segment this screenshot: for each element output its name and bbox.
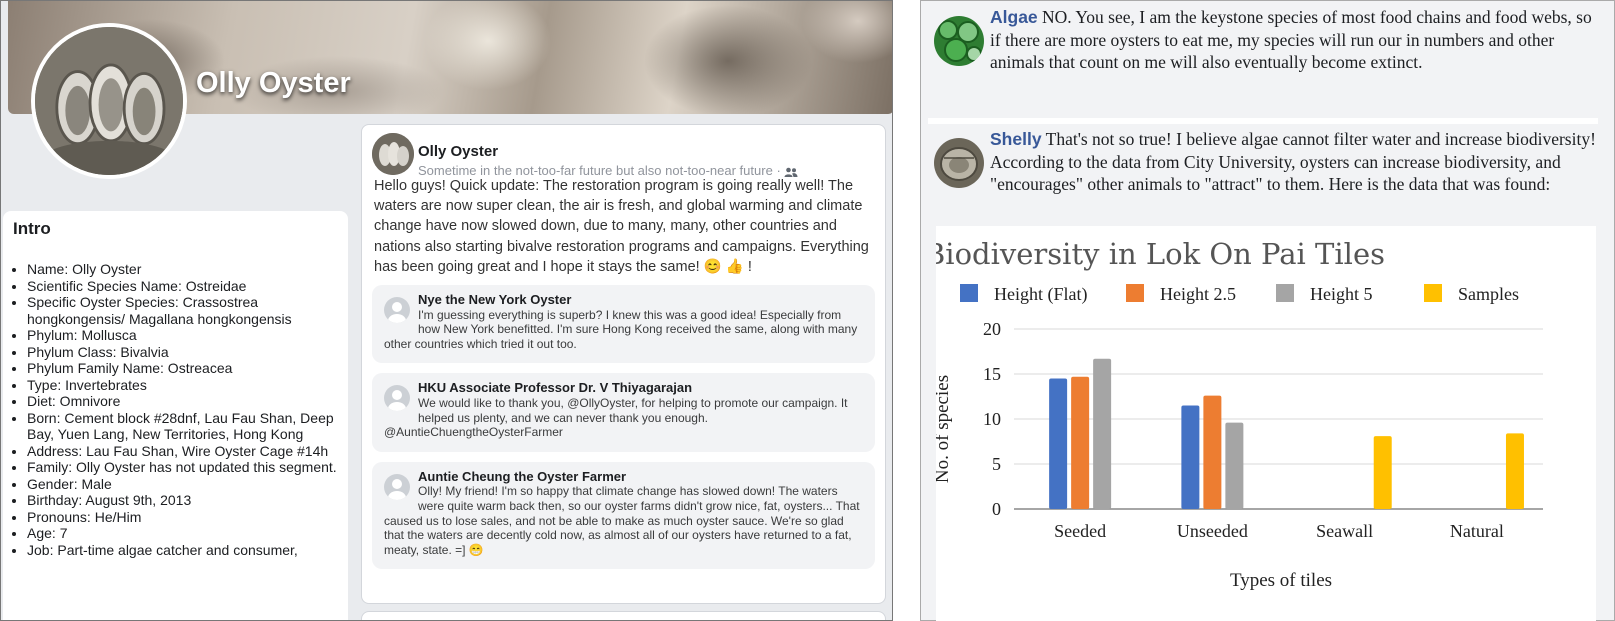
intro-item: Specific Oyster Species: Crassostrea hon… xyxy=(27,294,338,327)
intro-item: Birthday: August 9th, 2013 xyxy=(27,492,338,509)
x-tick-label: Natural xyxy=(1450,521,1504,541)
intro-card: Intro Name: Olly Oyster Scientific Speci… xyxy=(3,211,348,620)
intro-item: Job: Part-time algae catcher and consume… xyxy=(27,542,338,559)
legend-label: Samples xyxy=(1458,284,1519,304)
y-tick-label: 20 xyxy=(983,319,1001,339)
y-tick-label: 5 xyxy=(992,454,1001,474)
legend-swatch xyxy=(960,284,978,302)
comment-text: We would like to thank you, @OllyOyster,… xyxy=(384,395,848,440)
next-post-card xyxy=(361,611,886,620)
comment-avatar[interactable] xyxy=(384,297,410,324)
legend-swatch xyxy=(1126,284,1144,302)
bar xyxy=(1505,433,1524,509)
intro-item: Born: Cement block #28dnf, Lau Fau Shan,… xyxy=(27,410,338,443)
bar xyxy=(1181,405,1200,509)
intro-item: Phylum Class: Bivalvia xyxy=(27,344,338,361)
comment-avatar[interactable] xyxy=(384,473,410,500)
intro-list: Name: Olly Oyster Scientific Species Nam… xyxy=(13,261,338,558)
comment-avatar[interactable] xyxy=(384,385,410,412)
x-axis-label: Types of tiles xyxy=(1230,570,1332,591)
legend-label: Height 2.5 xyxy=(1160,284,1236,304)
comment-author[interactable]: Auntie Cheung the Oyster Farmer xyxy=(384,469,863,485)
y-tick-label: 15 xyxy=(983,364,1001,384)
legend-label: Height (Flat) xyxy=(994,284,1087,305)
message-text: NO. You see, I am the keystone species o… xyxy=(990,7,1592,72)
post-meta: Olly Oyster Sometime in the not-too-far … xyxy=(418,133,798,178)
chat-message: Shelly That's not so true! I believe alg… xyxy=(928,118,1598,196)
comment: HKU Associate Professor Dr. V Thiyagaraj… xyxy=(372,373,875,452)
x-tick-label: Seeded xyxy=(1054,521,1106,541)
intro-title: Intro xyxy=(13,219,51,238)
legend-swatch xyxy=(1276,284,1294,302)
legend-swatch xyxy=(1424,284,1442,302)
profile-page: Olly Oyster Intro Name: Olly Oyster Scie… xyxy=(0,0,893,621)
bar xyxy=(1071,376,1090,509)
y-tick-label: 10 xyxy=(983,409,1001,429)
y-axis-label: No. of species xyxy=(936,375,953,483)
intro-item: Age: 7 xyxy=(27,525,338,542)
message-text: That's not so true! I believe algae cann… xyxy=(990,129,1596,194)
x-tick-label: Unseeded xyxy=(1177,521,1248,541)
bar xyxy=(1373,436,1392,509)
post-author-avatar[interactable] xyxy=(372,133,414,175)
y-tick-label: 0 xyxy=(992,499,1001,519)
legend-label: Height 5 xyxy=(1310,284,1373,304)
message-author[interactable]: Algae xyxy=(990,7,1038,27)
bar xyxy=(1225,422,1244,509)
bar xyxy=(1049,378,1068,509)
intro-item: Address: Lau Fau Shan, Wire Oyster Cage … xyxy=(27,443,338,460)
post-header: Olly Oyster Sometime in the not-too-far … xyxy=(372,133,875,178)
post-card: Olly Oyster Sometime in the not-too-far … xyxy=(361,124,886,604)
shelly-avatar[interactable] xyxy=(934,138,984,188)
bar xyxy=(1093,358,1112,509)
post-body: Hello guys! Quick update: The restoratio… xyxy=(374,178,869,275)
comment: Nye the New York Oyster I'm guessing eve… xyxy=(372,285,875,364)
chart-title: Biodiversity in Lok On Pai Tiles xyxy=(936,237,1385,271)
chat-message: Algae NO. You see, I am the keystone spe… xyxy=(928,6,1598,74)
intro-item: Name: Olly Oyster xyxy=(27,261,338,278)
comment-author[interactable]: Nye the New York Oyster xyxy=(384,292,863,308)
comment: Auntie Cheung the Oyster Farmer Olly! My… xyxy=(372,461,875,570)
intro-item: Pronouns: He/Him xyxy=(27,509,338,526)
comment-text: Olly! My friend! I'm so happy that clima… xyxy=(384,484,860,557)
message-author[interactable]: Shelly xyxy=(990,129,1042,149)
profile-avatar[interactable] xyxy=(31,23,187,179)
intro-item: Type: Invertebrates xyxy=(27,377,338,394)
intro-item: Phylum: Mollusca xyxy=(27,327,338,344)
chart-svg: Biodiversity in Lok On Pai Tiles Height (… xyxy=(936,237,1543,591)
profile-name[interactable]: Olly Oyster xyxy=(196,67,351,100)
post-author[interactable]: Olly Oyster xyxy=(418,143,798,160)
intro-item: Scientific Species Name: Ostreidae xyxy=(27,278,338,295)
x-tick-label: Seawall xyxy=(1316,521,1373,541)
intro-item: Family: Olly Oyster has not updated this… xyxy=(27,459,338,476)
intro-item: Gender: Male xyxy=(27,476,338,493)
algae-avatar[interactable] xyxy=(934,16,984,66)
intro-item: Phylum Family Name: Ostreacea xyxy=(27,360,338,377)
biodiversity-chart: Biodiversity in Lok On Pai Tiles Height (… xyxy=(936,226,1596,621)
bar xyxy=(1203,395,1222,509)
comment-text: I'm guessing everything is superb? I kne… xyxy=(384,307,858,351)
comment-author[interactable]: HKU Associate Professor Dr. V Thiyagaraj… xyxy=(384,381,863,396)
intro-item: Diet: Omnivore xyxy=(27,393,338,410)
